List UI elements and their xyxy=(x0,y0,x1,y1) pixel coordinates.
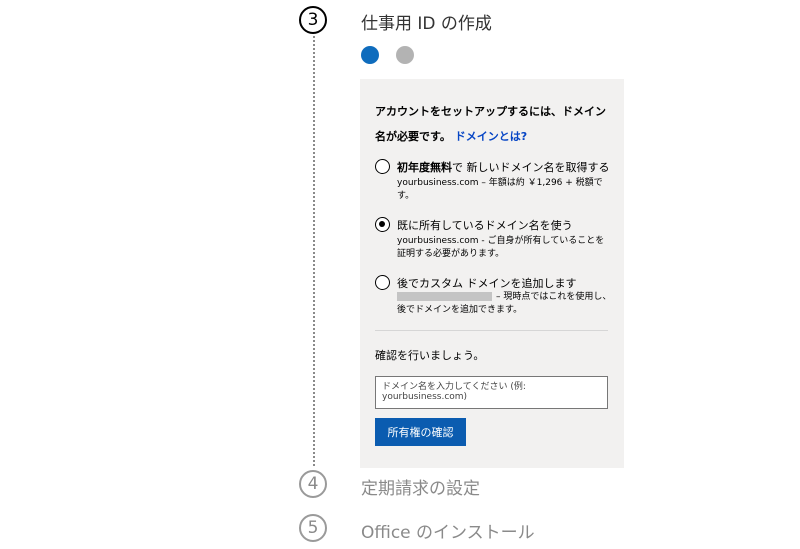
step-5-title: Office のインストール xyxy=(361,523,535,543)
option-new-domain-desc: yourbusiness.com – 年額は約 ￥1,296 + 税額です。 xyxy=(397,178,603,201)
option-add-later-title[interactable]: 後でカスタム ドメインを追加します xyxy=(397,275,577,291)
option-existing-domain-desc: yourbusiness.com - ご自身が所有していることを証明する必要があ… xyxy=(397,236,605,259)
progress-dot-next xyxy=(396,46,414,64)
option-new-domain-radio[interactable] xyxy=(375,159,390,174)
what-is-domain-link[interactable]: ドメインとは? xyxy=(455,130,527,143)
masked-domain-placeholder xyxy=(397,292,492,301)
option-add-later-desc: – 現時点ではこれを使用し、後でドメインを追加できます。 xyxy=(397,291,612,317)
step-3-number: 3 xyxy=(299,6,327,34)
step-3-title: 仕事用 ID の作成 xyxy=(361,14,492,34)
domain-intro-text: アカウントをセットアップするには、ドメイン名が必要です。 ドメインとは? xyxy=(375,99,615,149)
panel-divider xyxy=(375,330,608,331)
domain-name-input[interactable] xyxy=(375,376,608,409)
option-existing-domain-title[interactable]: 既に所有しているドメイン名を使う xyxy=(397,217,573,233)
domain-setup-panel: アカウントをセットアップするには、ドメイン名が必要です。 ドメインとは? 初年度… xyxy=(360,79,624,468)
confirm-label: 確認を行いましょう。 xyxy=(375,349,485,362)
option-new-domain-title[interactable]: 初年度無料で 新しいドメイン名を取得する xyxy=(397,159,610,175)
progress-dot-current xyxy=(361,46,379,64)
option-add-later-radio[interactable] xyxy=(375,275,390,290)
option-new-domain-bold: 初年度無料 xyxy=(397,161,452,174)
option-new-domain-label: で 新しいドメイン名を取得する xyxy=(452,161,610,174)
option-existing-domain-radio[interactable] xyxy=(375,217,390,232)
step-4-title: 定期請求の設定 xyxy=(361,479,480,499)
verify-ownership-button[interactable]: 所有権の確認 xyxy=(375,418,466,446)
step-4-number: 4 xyxy=(299,470,327,498)
step-5-number: 5 xyxy=(299,514,327,542)
step-connector-line xyxy=(313,36,315,466)
